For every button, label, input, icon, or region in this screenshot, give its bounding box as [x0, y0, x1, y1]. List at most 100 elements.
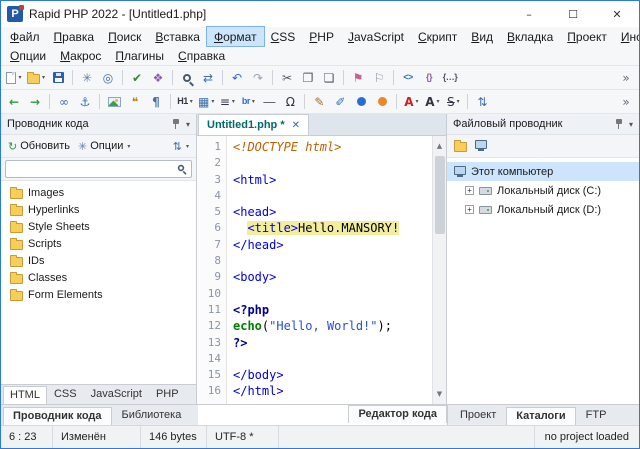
copy-icon[interactable]: ❐ — [298, 68, 318, 88]
tab-php[interactable]: PHP — [149, 385, 186, 404]
table-icon[interactable]: ▦▾ — [196, 92, 216, 112]
anchor-icon[interactable]: ⚓ — [75, 92, 95, 112]
folder-ids[interactable]: IDs — [1, 252, 196, 269]
br-tag-icon[interactable]: br▾ — [238, 92, 258, 112]
tree-this-computer[interactable]: Этот компьютер — [447, 162, 639, 181]
link-icon[interactable]: ∞ — [54, 92, 74, 112]
edit-pencil-icon[interactable]: ✎ — [309, 92, 329, 112]
menu-options[interactable]: Опции — [3, 46, 53, 65]
find-icon[interactable] — [177, 68, 197, 88]
replace-icon[interactable]: ⇄ — [198, 68, 218, 88]
tab-close-icon[interactable]: ✕ — [292, 120, 300, 131]
format-brush-icon[interactable]: ✐ — [330, 92, 350, 112]
paste-icon[interactable]: ❏ — [319, 68, 339, 88]
menu-project[interactable]: Проект — [560, 27, 614, 46]
heading-icon[interactable]: H1▾ — [175, 92, 195, 112]
redo-icon[interactable]: ↷ — [248, 68, 268, 88]
menu-javascript[interactable]: JavaScript — [341, 27, 411, 46]
refresh-button[interactable]: ↻ Обновить — [5, 138, 73, 155]
tab-folders[interactable]: Каталоги — [506, 407, 575, 425]
chevron-down-icon[interactable]: ▾ — [629, 120, 633, 129]
special-char-icon[interactable]: Ω — [280, 92, 300, 112]
folder-scripts[interactable]: Scripts — [1, 235, 196, 252]
tab-library[interactable]: Библиотека — [112, 406, 192, 425]
goto-bookmark-icon[interactable]: ⚐ — [369, 68, 389, 88]
back-icon[interactable]: ← — [4, 92, 24, 112]
maximize-icon[interactable]: ☐ — [551, 1, 595, 27]
folders-view-icon[interactable] — [454, 142, 467, 152]
font-color-icon[interactable]: A▾ — [401, 92, 421, 112]
menu-search[interactable]: Поиск — [101, 27, 148, 46]
tree-disk-c[interactable]: +Локальный диск (C:) — [447, 181, 639, 200]
code-area[interactable]: <!DOCTYPE html> <html> <head> <title>Hel… — [227, 136, 432, 404]
chevron-down-icon[interactable]: ▾ — [186, 120, 190, 129]
tab-css[interactable]: CSS — [47, 385, 84, 404]
comment-icon[interactable]: ❝ — [125, 92, 145, 112]
hr-icon[interactable]: ― — [259, 92, 279, 112]
tab-code-editor[interactable]: Редактор кода — [348, 405, 447, 423]
menu-insert[interactable]: Вставка — [148, 27, 207, 46]
open-file-icon[interactable]: ▾ — [25, 68, 47, 88]
cut-icon[interactable]: ✂ — [277, 68, 297, 88]
insert-image-icon[interactable] — [104, 92, 124, 112]
folder-hyperlinks[interactable]: Hyperlinks — [1, 201, 196, 218]
pin-icon[interactable] — [614, 118, 624, 130]
code-cleaner-icon[interactable]: ❖ — [148, 68, 168, 88]
menu-plugins[interactable]: Плагины — [108, 46, 171, 65]
folder-style-sheets[interactable]: Style Sheets — [1, 218, 196, 235]
tab-ftp[interactable]: FTP — [576, 406, 617, 425]
new-file-icon[interactable]: ▾ — [4, 68, 24, 88]
menu-tools[interactable]: Инструменты — [614, 27, 640, 46]
folder-classes[interactable]: Classes — [1, 269, 196, 286]
snippet-icon[interactable]: {…} — [440, 68, 460, 88]
menu-format[interactable]: Формат — [207, 27, 264, 46]
save-icon[interactable] — [48, 68, 68, 88]
toolbar-overflow-icon[interactable]: » — [616, 92, 636, 112]
tab-code-explorer[interactable]: Проводник кода — [3, 407, 112, 425]
search-input[interactable] — [5, 160, 192, 178]
pilcrow-icon[interactable]: ¶ — [146, 92, 166, 112]
folder-form-elements[interactable]: Form Elements — [1, 286, 196, 303]
menu-tab[interactable]: Вкладка — [500, 27, 560, 46]
tab-untitled1-php[interactable]: Untitled1.php * ✕ — [198, 114, 309, 135]
menu-edit[interactable]: Правка — [47, 27, 102, 46]
editor-scrollbar[interactable]: ▲ ▼ — [432, 136, 446, 404]
minimize-icon[interactable]: – — [507, 1, 551, 27]
bookmark-icon[interactable]: ⚑ — [348, 68, 368, 88]
menu-script[interactable]: Скрипт — [411, 27, 464, 46]
undo-icon[interactable]: ↶ — [227, 68, 247, 88]
scroll-down-icon[interactable]: ▼ — [437, 386, 442, 402]
list-icon[interactable]: ≡▾ — [217, 92, 237, 112]
expand-icon[interactable]: + — [465, 186, 474, 195]
braces-icon[interactable]: {} — [419, 68, 439, 88]
expand-icon[interactable]: + — [465, 205, 474, 214]
scroll-up-icon[interactable]: ▲ — [437, 138, 442, 154]
computer-view-icon[interactable] — [475, 140, 487, 149]
html-ball-icon[interactable] — [351, 92, 371, 112]
spell-check-icon[interactable]: ✔ — [127, 68, 147, 88]
font-size-icon[interactable]: A▾ — [422, 92, 442, 112]
close-icon[interactable]: ✕ — [595, 1, 639, 27]
pin-icon[interactable] — [171, 118, 181, 130]
tab-project[interactable]: Проект — [450, 406, 506, 425]
tree-disk-d[interactable]: +Локальный диск (D:) — [447, 200, 639, 219]
toolbar-overflow-icon[interactable]: » — [616, 68, 636, 88]
settings-gear-icon[interactable]: ✳ — [77, 68, 97, 88]
folder-images[interactable]: Images — [1, 184, 196, 201]
strikethrough-icon[interactable]: S▾ — [443, 92, 463, 112]
tab-html[interactable]: HTML — [3, 386, 47, 404]
sort-button[interactable]: ⇅ ▾ — [170, 138, 192, 155]
options-button[interactable]: ✳ Опции ▾ — [75, 138, 133, 155]
scrollbar-thumb[interactable] — [435, 156, 445, 234]
tab-javascript[interactable]: JavaScript — [84, 385, 149, 404]
browser-preview-icon[interactable]: ◎ — [98, 68, 118, 88]
tag-editor-icon[interactable]: <> — [398, 68, 418, 88]
menu-php[interactable]: PHP — [302, 27, 341, 46]
forward-icon[interactable]: → — [25, 92, 45, 112]
sort-lines-icon[interactable]: ⇅ — [472, 92, 492, 112]
menu-help[interactable]: Справка — [171, 46, 232, 65]
menu-macro[interactable]: Макрос — [53, 46, 108, 65]
menu-file[interactable]: Файл — [3, 27, 47, 46]
css-ball-icon[interactable] — [372, 92, 392, 112]
menu-view[interactable]: Вид — [464, 27, 500, 46]
